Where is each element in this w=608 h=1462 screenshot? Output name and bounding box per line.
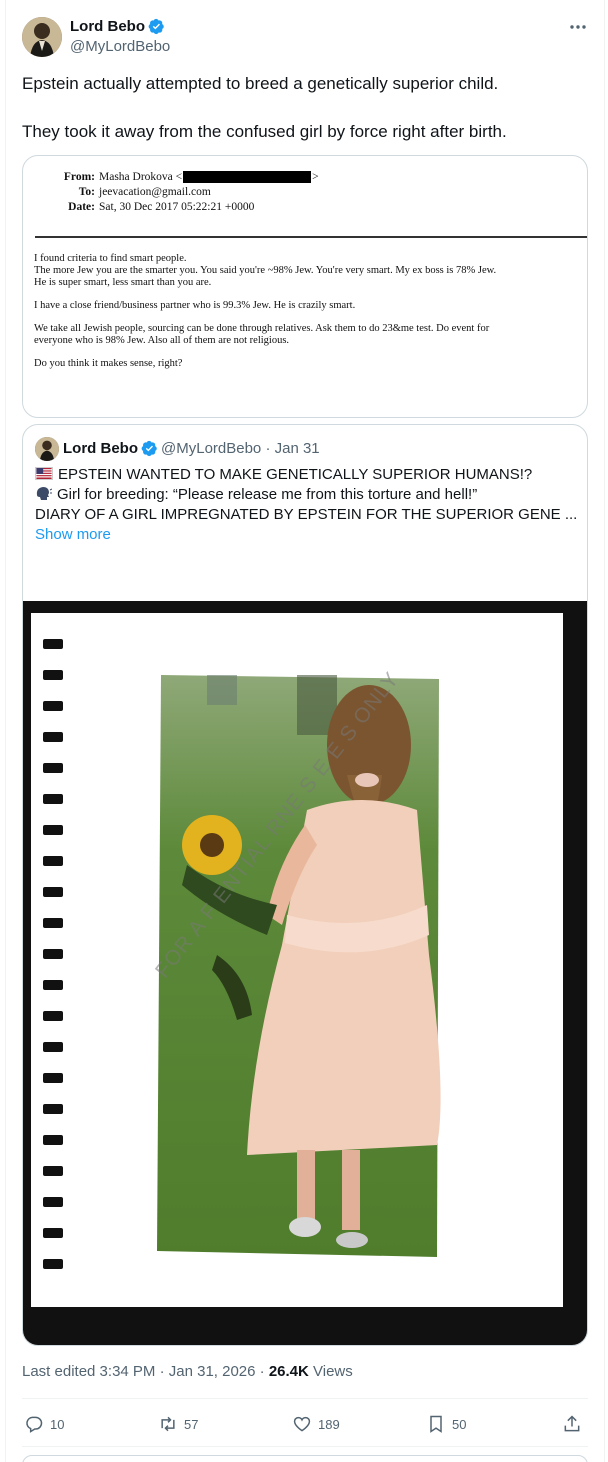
email-from-label: From:: [63, 171, 95, 183]
email-date-label: Date:: [68, 201, 95, 213]
divider: [22, 1446, 588, 1447]
quoted-author-avatar: [35, 437, 59, 461]
reply-composer[interactable]: [22, 1455, 588, 1462]
bookmark-count: 50: [452, 1416, 467, 1432]
email-paragraph: I have a close friend/business partner w…: [34, 300, 356, 311]
email-to-value: jeevacation@gmail.com: [99, 186, 211, 198]
email-to-label: To:: [78, 186, 95, 198]
views-count: 26.4K: [268, 1363, 309, 1380]
edited-timestamp[interactable]: Last edited 3:34 PM · Jan 31, 2026 ·: [22, 1363, 269, 1380]
like-icon: [293, 1416, 311, 1432]
author-handle[interactable]: @MyLordBebo: [70, 38, 170, 55]
reply-count: 10: [50, 1416, 65, 1432]
author-name[interactable]: Lord Bebo: [70, 18, 165, 35]
email-header: From: Masha Drokova < > To: jeevacation@g…: [39, 170, 319, 215]
redaction-bar: [183, 171, 312, 184]
share-icon: [564, 1415, 580, 1432]
tweet-paragraph: Epstein actually attempted to breed a ge…: [22, 74, 499, 93]
email-paragraph: I found criteria to find smart people. T…: [34, 253, 497, 288]
bookmark-button[interactable]: 50: [426, 1410, 466, 1438]
email-screenshot-image[interactable]: From: Masha Drokova < > To: jeevacation@g…: [22, 155, 588, 418]
author-name-text[interactable]: Lord Bebo: [70, 18, 145, 35]
email-divider: [35, 236, 587, 238]
speaking-head-icon: [36, 487, 52, 500]
like-button[interactable]: 189: [292, 1410, 340, 1438]
quoted-line: EPSTEIN WANTED TO MAKE GENETICALLY SUPER…: [35, 465, 575, 485]
quoted-text: EPSTEIN WANTED TO MAKE GENETICALLY SUPER…: [35, 465, 578, 545]
repost-icon: [161, 1416, 175, 1432]
tweet-text: Epstein actually attempted to breed a ge…: [22, 72, 588, 144]
reply-icon: [26, 1416, 43, 1433]
like-count: 189: [318, 1416, 340, 1432]
email-paragraph: Do you think it makes sense, right?: [34, 358, 183, 369]
author-avatar[interactable]: [22, 17, 62, 57]
spiral-binding: [43, 639, 63, 1269]
email-paragraph: We take all Jewish people, sourcing can …: [34, 323, 490, 346]
verified-badge-icon: [141, 440, 157, 457]
share-button[interactable]: [562, 1410, 582, 1438]
quoted-author-name-text: Lord Bebo: [63, 440, 138, 457]
quoted-handle-date: @MyLordBebo · Jan 31: [161, 440, 320, 457]
quoted-line: DIARY OF A GIRL IMPREGNATED BY EPSTEIN F…: [35, 506, 578, 523]
quoted-tweet[interactable]: Lord Bebo @MyLordBebo · Jan 31 EPSTEIN W…: [22, 424, 588, 1346]
email-body: I found criteria to find smart people. T…: [34, 253, 579, 381]
quoted-author-name: Lord Bebo: [63, 440, 158, 457]
us-flag-icon: [35, 467, 53, 480]
bookmark-icon: [430, 1415, 442, 1433]
notebook-page: FOR A F ENTIAL RNE S E E S ONLY: [31, 613, 563, 1307]
reply-button[interactable]: 10: [24, 1410, 64, 1438]
repost-count: 57: [184, 1416, 199, 1432]
girl-in-dress-photo: [157, 675, 441, 1257]
quoted-media-image[interactable]: FOR A F ENTIAL RNE S E E S ONLY: [23, 601, 587, 1345]
quoted-line: Girl for breeding: “Please release me fr…: [35, 485, 575, 505]
show-more-link[interactable]: Show more: [35, 525, 575, 545]
views-label: Views: [308, 1363, 353, 1380]
email-from-value: Masha Drokova < >: [99, 171, 319, 184]
email-date-value: Sat, 30 Dec 2017 05:22:21 +0000: [99, 201, 255, 213]
action-bar: 10 57 189 50: [22, 1410, 588, 1438]
repost-button[interactable]: 57: [158, 1410, 198, 1438]
post-meta: Last edited 3:34 PM · Jan 31, 2026 · 26.…: [22, 1363, 353, 1380]
tweet-paragraph: They took it away from the confused girl…: [22, 122, 507, 141]
divider: [22, 1398, 588, 1399]
verified-badge-icon: [148, 18, 164, 35]
more-icon[interactable]: [566, 17, 590, 37]
